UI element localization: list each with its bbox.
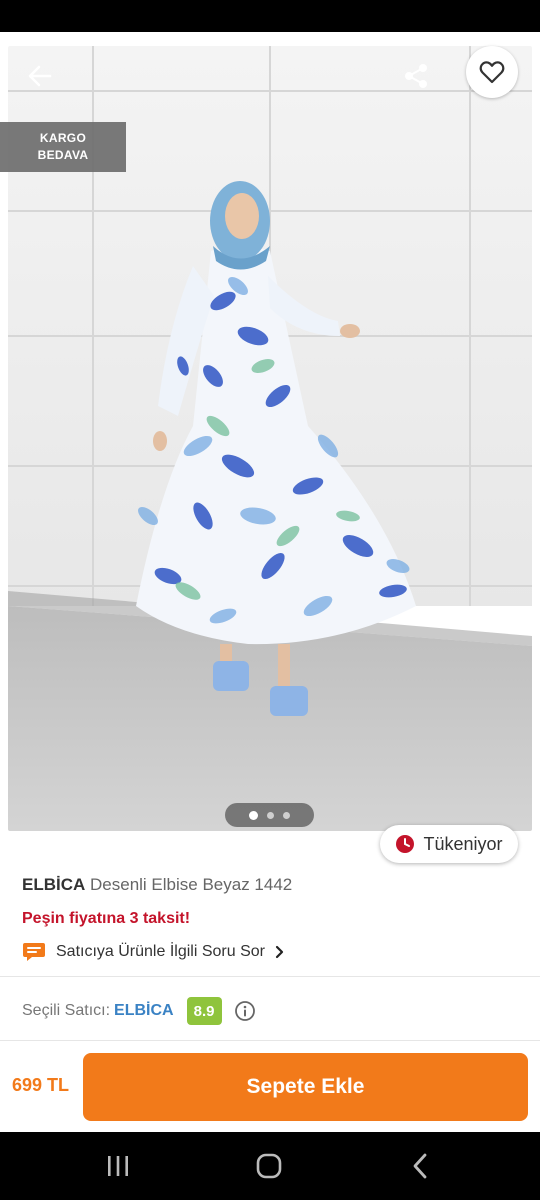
back-button[interactable]	[20, 56, 60, 96]
product-title: ELBİCA Desenli Elbise Beyaz 1442	[22, 875, 292, 895]
installment-text: Peşin fiyatına 3 taksit!	[22, 910, 191, 927]
chevron-right-icon	[275, 945, 284, 959]
product-price: 699 TL	[12, 1075, 70, 1095]
low-stock-label: Tükeniyor	[423, 833, 503, 854]
seller-info-button[interactable]	[234, 1000, 256, 1022]
home-button[interactable]	[229, 1132, 309, 1200]
seller-score-badge: 8.9	[186, 997, 222, 1025]
product-name: Desenli Elbise Beyaz 1442	[90, 875, 293, 894]
nav-back-icon	[413, 1153, 427, 1179]
free-shipping-badge-line: BEDAVA	[37, 148, 89, 162]
product-brand[interactable]: ELBİCA	[22, 875, 85, 894]
share-button[interactable]	[396, 56, 436, 96]
ask-seller-link[interactable]: Satıcıya Ürünle İlgili Soru Sor	[22, 938, 285, 966]
home-icon	[256, 1153, 282, 1179]
chat-bubble-icon	[23, 943, 45, 961]
ask-seller-label: Satıcıya Ürünle İlgili Soru Sor	[56, 943, 265, 960]
share-icon	[405, 64, 427, 88]
low-stock-badge: Tükeniyor	[380, 825, 518, 863]
carousel-indicator	[225, 803, 314, 827]
free-shipping-badge: KARGO BEDAVA	[0, 122, 126, 172]
system-navigation-bar	[0, 1132, 540, 1200]
info-icon	[234, 1001, 255, 1021]
selected-seller: Seçili Satıcı: ELBİCA 8.9	[22, 996, 256, 1026]
add-to-cart-button[interactable]: Sepete Ekle	[83, 1053, 528, 1121]
recents-button[interactable]	[78, 1132, 158, 1200]
product-screen: KARGO BEDAVA Tükeniyor ELBİCA Desenli El…	[0, 32, 540, 1132]
heart-icon	[479, 61, 505, 84]
status-bar	[0, 0, 540, 32]
favorite-button[interactable]	[466, 46, 518, 98]
carousel-dot[interactable]	[283, 811, 290, 819]
carousel-dot[interactable]	[267, 811, 274, 819]
divider	[0, 1040, 540, 1041]
selected-seller-label: Seçili Satıcı:	[22, 1002, 111, 1019]
system-back-button[interactable]	[380, 1132, 460, 1200]
recents-icon	[108, 1156, 128, 1176]
seller-name-link[interactable]: ELBİCA	[114, 1002, 174, 1020]
clock-icon	[396, 835, 415, 853]
free-shipping-badge-line: KARGO	[39, 131, 87, 145]
arrow-left-icon	[28, 65, 52, 87]
divider	[0, 976, 540, 977]
carousel-dot[interactable]	[249, 810, 258, 820]
